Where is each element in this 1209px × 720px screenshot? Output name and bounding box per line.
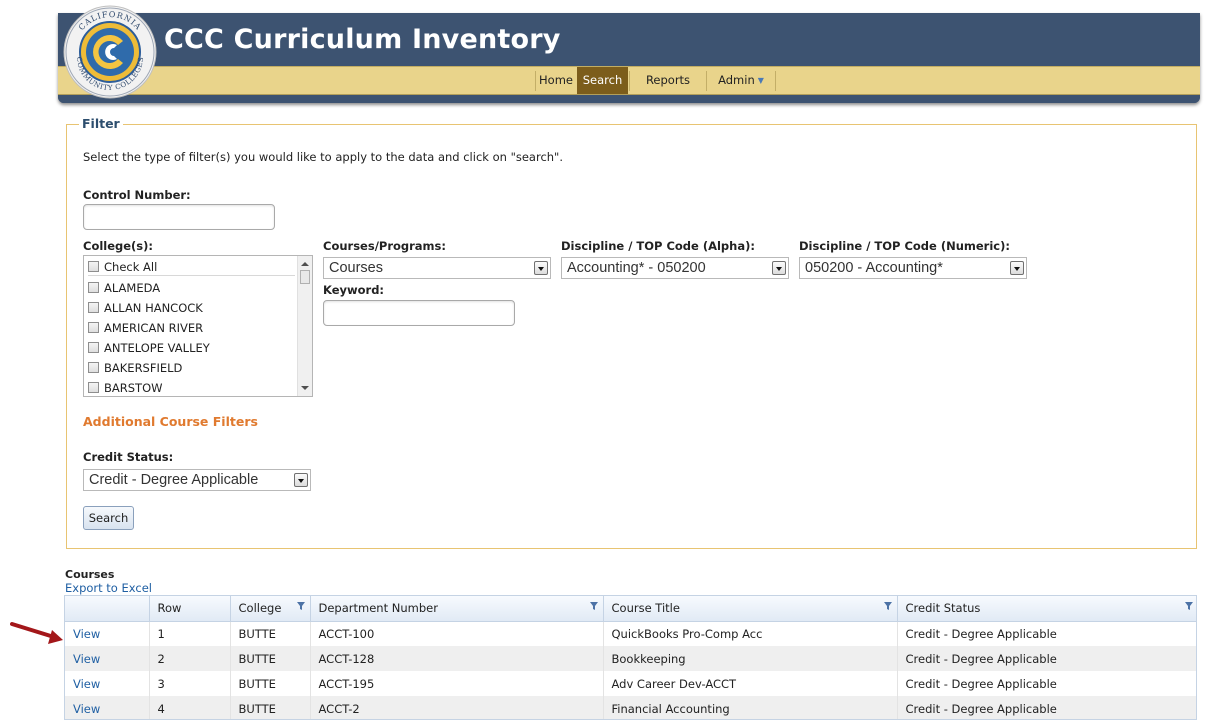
college-item[interactable]: BAKERSFIELD — [88, 359, 182, 377]
table-row: View 1 BUTTE ACCT-100 QuickBooks Pro-Com… — [65, 621, 1196, 646]
college-item[interactable]: ALLAN HANCOCK — [88, 299, 203, 317]
credit-status-cell: Credit - Degree Applicable — [897, 646, 1196, 671]
college-cell: BUTTE — [230, 671, 311, 696]
course-title-cell: Financial Accounting — [603, 696, 898, 719]
annotation-arrow-icon — [10, 622, 63, 644]
courses-programs-value: Courses — [329, 260, 383, 276]
checkbox[interactable] — [88, 282, 99, 293]
college-item[interactable]: ALAMEDA — [88, 279, 160, 297]
nav-home-label: Home — [539, 73, 573, 87]
column-header-action — [65, 596, 150, 622]
discipline-numeric-select[interactable]: 050200 - Accounting* — [799, 257, 1027, 279]
main-nav: Home Search Reports Admin ▼ — [58, 66, 1200, 95]
filter-icon[interactable] — [883, 601, 893, 611]
view-link[interactable]: View — [65, 646, 150, 671]
department-number-cell: ACCT-195 — [310, 671, 604, 696]
scroll-down-icon[interactable] — [301, 386, 309, 390]
column-header-credit-status[interactable]: Credit Status — [897, 596, 1196, 622]
filter-icon[interactable] — [1184, 601, 1194, 611]
column-header-course-title[interactable]: Course Title — [603, 596, 898, 622]
column-header-college[interactable]: College — [230, 596, 311, 622]
nav-search[interactable]: Search — [577, 67, 628, 94]
discipline-alpha-label: Discipline / TOP Code (Alpha): — [561, 239, 755, 253]
control-number-label: Control Number: — [83, 188, 191, 202]
college-cell: BUTTE — [230, 621, 311, 646]
chevron-down-icon: ▼ — [757, 76, 764, 85]
credit-status-label: Credit Status: — [83, 450, 174, 464]
column-header-row[interactable]: Row — [149, 596, 231, 622]
row-number-cell: 1 — [149, 621, 231, 646]
nav-search-label: Search — [582, 73, 623, 87]
view-link[interactable]: View — [65, 671, 150, 696]
courses-heading: Courses — [65, 568, 115, 581]
college-cell: BUTTE — [230, 696, 311, 719]
colleges-label: College(s): — [83, 239, 154, 253]
department-number-cell: ACCT-2 — [310, 696, 604, 719]
credit-status-select[interactable]: Credit - Degree Applicable — [83, 469, 311, 491]
discipline-alpha-select[interactable]: Accounting* - 050200 — [561, 257, 789, 279]
checkbox[interactable] — [88, 322, 99, 333]
filter-icon[interactable] — [296, 601, 306, 611]
view-link[interactable]: View — [65, 696, 150, 719]
credit-status-value: Credit - Degree Applicable — [89, 472, 259, 488]
view-link[interactable]: View — [65, 621, 150, 646]
search-button[interactable]: Search — [83, 506, 134, 530]
credit-status-cell: Credit - Degree Applicable — [897, 671, 1196, 696]
row-number-cell: 4 — [149, 696, 231, 719]
table-row: View 3 BUTTE ACCT-195 Adv Career Dev-ACC… — [65, 671, 1196, 696]
column-header-department-number[interactable]: Department Number — [310, 596, 604, 622]
row-number-cell: 3 — [149, 671, 231, 696]
nav-admin[interactable]: Admin ▼ — [707, 67, 775, 94]
row-number-cell: 2 — [149, 646, 231, 671]
control-number-input[interactable] — [83, 204, 275, 230]
discipline-numeric-label: Discipline / TOP Code (Numeric): — [799, 239, 1010, 253]
college-item[interactable]: ANTELOPE VALLEY — [88, 339, 210, 357]
nav-reports[interactable]: Reports — [630, 67, 706, 94]
courses-programs-label: Courses/Programs: — [323, 239, 446, 253]
dropdown-arrow-icon[interactable] — [294, 473, 308, 487]
additional-course-filters-heading: Additional Course Filters — [83, 414, 258, 429]
colleges-scrollbar[interactable] — [297, 256, 312, 396]
department-number-cell: ACCT-100 — [310, 621, 604, 646]
course-title-cell: Adv Career Dev-ACCT — [603, 671, 898, 696]
colleges-listbox[interactable]: Check All ALAMEDA ALLAN HANCOCK AMERICAN… — [83, 255, 313, 397]
filter-icon[interactable] — [589, 601, 599, 611]
check-all-item[interactable]: Check All — [88, 258, 295, 276]
course-title-cell: QuickBooks Pro-Comp Acc — [603, 621, 898, 646]
discipline-alpha-value: Accounting* - 050200 — [567, 260, 706, 276]
department-number-cell: ACCT-128 — [310, 646, 604, 671]
table-row: View 4 BUTTE ACCT-2 Financial Accounting… — [65, 696, 1196, 719]
discipline-numeric-value: 050200 - Accounting* — [805, 260, 943, 276]
checkbox[interactable] — [88, 382, 99, 393]
nav-home[interactable]: Home — [536, 67, 576, 94]
checkbox[interactable] — [88, 302, 99, 313]
filter-instructions: Select the type of filter(s) you would l… — [83, 150, 564, 164]
nav-admin-label: Admin — [718, 73, 755, 87]
courses-programs-select[interactable]: Courses — [323, 257, 551, 279]
export-to-excel-link[interactable]: Export to Excel — [65, 581, 152, 595]
dropdown-arrow-icon[interactable] — [772, 261, 786, 275]
dropdown-arrow-icon[interactable] — [534, 261, 548, 275]
app-title: CCC Curriculum Inventory — [164, 24, 561, 55]
scroll-thumb[interactable] — [300, 270, 310, 284]
nav-reports-label: Reports — [645, 73, 691, 87]
scroll-up-icon[interactable] — [301, 262, 309, 266]
college-cell: BUTTE — [230, 646, 311, 671]
grid-header-row: Row College Department Number Course Tit… — [65, 596, 1196, 622]
college-item[interactable]: BARSTOW — [88, 379, 163, 396]
credit-status-cell: Credit - Degree Applicable — [897, 696, 1196, 719]
checkbox[interactable] — [88, 261, 99, 272]
filter-legend: Filter — [79, 116, 123, 131]
dropdown-arrow-icon[interactable] — [1010, 261, 1024, 275]
ccc-logo: CALIFORNIA COMMUNITY COLLEGES — [63, 5, 157, 99]
keyword-label: Keyword: — [323, 283, 385, 297]
keyword-input[interactable] — [323, 300, 515, 326]
courses-grid: Row College Department Number Course Tit… — [64, 595, 1197, 720]
credit-status-cell: Credit - Degree Applicable — [897, 621, 1196, 646]
checkbox[interactable] — [88, 362, 99, 373]
checkbox[interactable] — [88, 342, 99, 353]
college-item[interactable]: AMERICAN RIVER — [88, 319, 203, 337]
course-title-cell: Bookkeeping — [603, 646, 898, 671]
table-row: View 2 BUTTE ACCT-128 Bookkeeping Credit… — [65, 646, 1196, 671]
